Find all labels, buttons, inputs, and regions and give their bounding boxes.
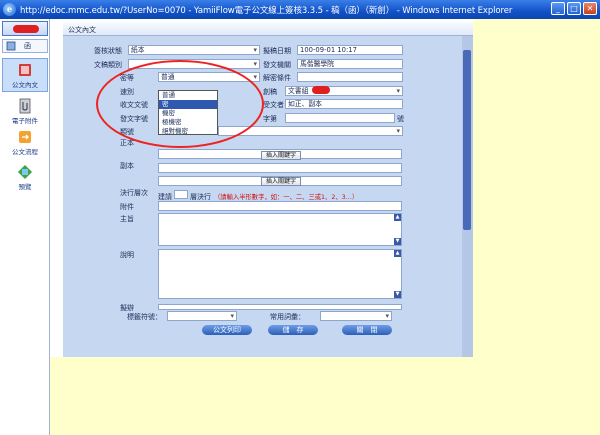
recipient-field[interactable]: 如正、副本 — [285, 99, 403, 109]
nav-item-label: 公文流程 — [12, 148, 38, 156]
proposal-textarea[interactable] — [158, 304, 402, 310]
dropdown-option[interactable]: 極機密 — [159, 118, 217, 127]
issuer-label: 發文機關 — [263, 61, 291, 69]
no-suffix: 號 — [397, 115, 404, 123]
left-nav: 函 公文內文 電子附件 公文流程 預覽 — [0, 19, 50, 435]
main-label: 正本 — [120, 139, 134, 147]
nav-doc-type-label: 函 — [24, 42, 31, 50]
doc-icon — [6, 41, 16, 51]
nav-item-preview[interactable]: 預覽 — [2, 164, 48, 194]
copy-label: 副本 — [120, 162, 134, 170]
book-icon — [19, 64, 31, 76]
window-titlebar: e http://edoc.mmc.edu.tw/?UserNo=0070 - … — [0, 0, 600, 19]
nav-item-flow[interactable]: 公文流程 — [2, 129, 48, 159]
nav-item-label: 預覽 — [18, 183, 32, 191]
decrypt-label: 解密條件 — [263, 74, 291, 82]
doc-type-select[interactable] — [128, 59, 260, 69]
receive-no-label: 收文文號 — [120, 101, 148, 109]
attachment-icon — [19, 98, 31, 114]
save-button[interactable]: 儲 存 — [268, 325, 318, 335]
draft-date-field[interactable]: 100-09-01 10:17 — [297, 45, 403, 55]
type-label: 類號 — [120, 128, 134, 136]
desc-textarea[interactable] — [158, 249, 402, 299]
right-blank-area — [473, 19, 600, 435]
draft-label: 創稿 — [263, 88, 277, 96]
tag-label: 標籤符號： — [127, 313, 162, 321]
send-no-field[interactable] — [285, 113, 395, 123]
scroll-down-icon[interactable]: ▼ — [394, 238, 401, 245]
dropdown-option[interactable]: 機密 — [159, 109, 217, 118]
close-button[interactable]: 關 閉 — [342, 325, 392, 335]
nav-item-label: 電子附件 — [12, 117, 38, 125]
security-select[interactable]: 普通 — [158, 72, 260, 82]
dropdown-option[interactable]: 普通 — [159, 91, 217, 100]
dropdown-option[interactable]: 絕對機密 — [159, 127, 217, 136]
bottom-blank-area — [50, 357, 473, 435]
subject-textarea[interactable] — [158, 213, 402, 246]
nav-doc-type[interactable]: 函 — [2, 39, 48, 53]
security-label: 密等 — [120, 74, 134, 82]
word-label: 字第 — [263, 115, 277, 123]
print-button[interactable]: 公文列印 — [202, 325, 252, 335]
nav-item-content[interactable]: 公文內文 — [2, 58, 48, 92]
desc-label: 說明 — [120, 251, 134, 259]
security-dropdown-list: 普通 密 機密 極機密 絕對機密 — [158, 90, 218, 135]
speed-label: 速別 — [120, 88, 134, 96]
insert-keyword-button[interactable]: 插入關鍵字 — [261, 177, 301, 186]
dropdown-option-highlighted[interactable]: 密 — [159, 100, 217, 109]
content-tab-bar: 公文內文 — [63, 22, 473, 36]
issuer-field[interactable]: 馬偕醫學院 — [297, 59, 403, 69]
tab-content[interactable]: 公文內文 — [68, 25, 96, 35]
flow-icon — [19, 131, 31, 143]
sign-status-label: 簽核狀態 — [94, 47, 122, 55]
preview-icon — [18, 165, 32, 179]
scroll-up-icon[interactable]: ▲ — [394, 214, 401, 221]
level-label: 決行層次 — [120, 189, 148, 197]
nav-item-attachment[interactable]: 電子附件 — [2, 98, 48, 128]
sign-status-select[interactable]: 紙本 — [128, 45, 260, 55]
insert-keyword-button[interactable]: 插入關鍵字 — [261, 151, 301, 160]
brand-logo — [2, 21, 48, 36]
tag-select[interactable] — [167, 311, 237, 321]
window-controls: _ □ ✕ — [551, 2, 597, 15]
type-select[interactable] — [218, 126, 403, 136]
level-input[interactable] — [174, 190, 188, 199]
attach-field[interactable] — [158, 201, 402, 211]
recipient-label: 受文者 — [263, 101, 284, 109]
redacted-mark — [312, 86, 330, 94]
doc-type-label: 文稿類別 — [94, 61, 122, 69]
window-title: http://edoc.mmc.edu.tw/?UserNo=0070 - Ya… — [20, 5, 513, 16]
scroll-up-icon[interactable]: ▲ — [394, 250, 401, 257]
level-hint: （請輸入半形數字，如：一、二、三或1、2、3…） — [214, 194, 359, 201]
scroll-down-icon[interactable]: ▼ — [394, 291, 401, 298]
phrase-select[interactable] — [320, 311, 392, 321]
ie-icon: e — [3, 3, 16, 16]
attach-label: 附件 — [120, 203, 134, 211]
phrase-label: 常用詞彙： — [270, 313, 305, 321]
nav-item-label: 公文內文 — [12, 81, 38, 89]
subject-label: 主旨 — [120, 215, 134, 223]
decrypt-field[interactable] — [297, 72, 403, 82]
close-window-button[interactable]: ✕ — [583, 2, 597, 15]
redacted-mark — [13, 25, 39, 33]
scroll-thumb[interactable] — [463, 50, 471, 230]
draft-date-label: 擬稿日期 — [263, 47, 291, 55]
draft-select[interactable]: 文書組 — [285, 86, 403, 96]
send-no-label: 發文字號 — [120, 115, 148, 123]
minimize-button[interactable]: _ — [551, 2, 565, 15]
maximize-button[interactable]: □ — [567, 2, 581, 15]
copy-field-1[interactable] — [158, 163, 402, 173]
